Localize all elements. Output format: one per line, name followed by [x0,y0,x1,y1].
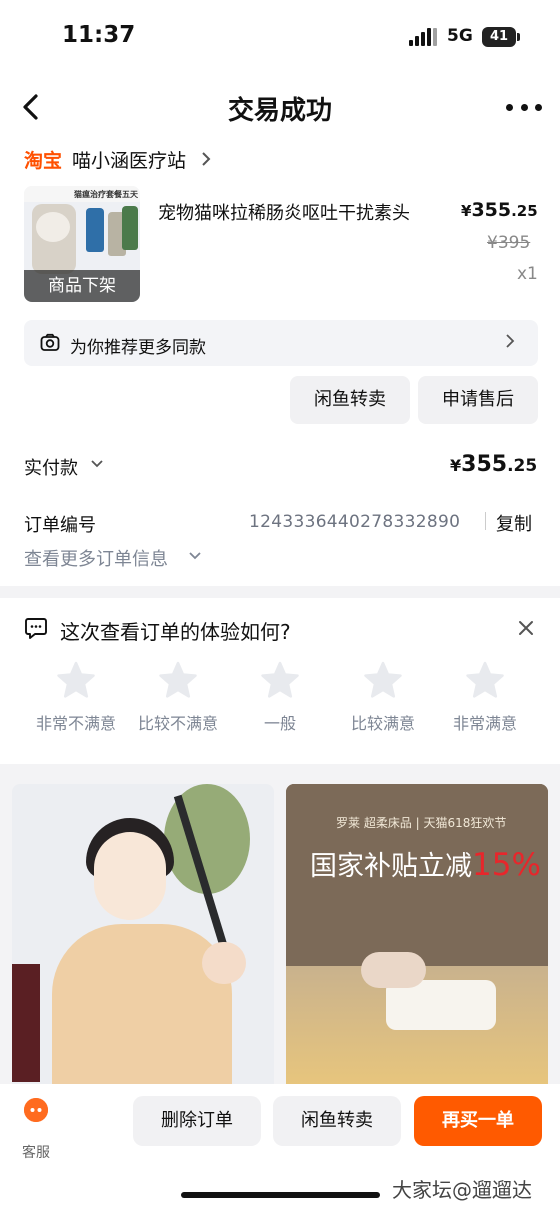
order-number: 1243336440278332890 [249,512,461,532]
feed-item-ad[interactable]: 罗莱 超柔床品 | 天猫618狂欢节 国家补贴立减15% [286,784,548,1084]
cat-face [36,212,70,242]
price-decimal: .25 [511,202,538,220]
person-image [52,924,232,1084]
star-icon [364,661,402,698]
watermark: 大家坛@遛遛达 [392,1178,532,1202]
xianyu-resell-button[interactable]: 闲鱼转卖 [290,376,410,424]
chevron-right-icon[interactable] [200,150,212,173]
recommend-label: 为你推荐更多同款 [70,338,206,358]
star-icon [159,661,197,698]
xianyu-resell-bottom-button[interactable]: 闲鱼转卖 [273,1096,401,1146]
ad-headline: 国家补贴立减15% [310,844,541,883]
star-icon [57,661,95,698]
currency-symbol: ¥ [461,202,472,220]
service-label: 客服 [22,1145,50,1161]
divider [485,512,486,530]
status-time: 11:37 [62,22,136,48]
feed-item-photo[interactable] [12,784,274,1084]
ad-headline-text: 国家补贴立减 [310,851,472,882]
network-label: 5G [447,26,473,46]
camera-icon [40,333,60,353]
rating-label: 比较满意 [350,714,415,733]
paid-integer: 355 [461,452,508,477]
shop-name[interactable]: 喵小涵医疗站 [72,146,186,173]
price-integer: 355 [471,199,512,221]
chat-bubble-icon [24,616,48,640]
original-price: ¥395 [487,233,531,253]
paid-amount: ¥355.25 [450,452,537,477]
order-number-label: 订单编号 [24,515,96,536]
close-icon[interactable] [516,618,536,638]
more-order-info-link[interactable]: 查看更多订单信息 [24,545,168,571]
star-icon [261,661,299,698]
product-name[interactable]: 宠物猫咪拉稀肠炎呕吐干扰素头 [158,199,410,225]
thumb-title: 猫瘟治疗套餐五天 [74,190,138,199]
product-price: ¥355.25 [461,199,538,221]
recommendation-feed: 罗莱 超柔床品 | 天猫618狂欢节 国家补贴立减15% [0,764,560,1084]
copy-button[interactable]: 复制 [496,510,532,536]
chevron-down-icon[interactable] [188,548,202,562]
signal-icon [409,28,439,46]
more-options-button[interactable] [506,104,542,112]
rating-very-satisfied[interactable]: 非常满意 [433,660,537,734]
ad-percent: 15% [472,847,541,883]
vial-image [122,206,138,250]
back-button[interactable] [18,90,48,124]
rating-label: 比较不满意 [137,714,218,733]
back-arrow-icon [23,94,38,120]
rating-neutral[interactable]: 一般 [228,660,332,734]
recommend-similar-bar[interactable]: 为你推荐更多同款 [24,320,538,366]
survey-card: 这次查看订单的体验如何? 非常不满意 比较不满意 一般 比较满意 非常满意 [0,598,560,764]
hand-image [202,942,246,984]
star-icon [466,661,504,698]
battery-icon: 41 [482,27,516,47]
quantity: x1 [517,264,538,284]
home-indicator[interactable] [181,1192,380,1198]
service-icon [24,1098,48,1122]
chevron-right-icon [504,332,516,355]
rating-unsatisfied[interactable]: 比较不满意 [126,660,230,734]
rating-very-unsatisfied[interactable]: 非常不满意 [24,660,128,734]
decor-image [12,964,40,1082]
delisted-overlay: 商品下架 [24,270,140,302]
chevron-down-icon[interactable] [90,456,104,470]
ad-brand: 罗莱 超柔床品 | 天猫618狂欢节 [336,816,507,830]
vial-image [86,208,104,252]
product-thumbnail[interactable]: 猫瘟治疗套餐五天 商品下架 [24,186,140,302]
rating-label: 非常不满意 [35,714,116,733]
customer-service-button[interactable]: 客服 [18,1098,54,1161]
rating-satisfied[interactable]: 比较满意 [331,660,435,734]
hand-image [361,952,426,988]
rating-label: 一般 [263,714,296,733]
buy-again-button[interactable]: 再买一单 [414,1096,542,1146]
battery-tip [517,33,520,41]
page-title: 交易成功 [227,96,332,126]
paid-decimal: .25 [507,456,538,476]
paid-label[interactable]: 实付款 [24,454,78,480]
rating-label: 非常满意 [452,714,517,733]
currency-symbol: ¥ [450,456,462,475]
after-sale-button[interactable]: 申请售后 [418,376,538,424]
face-image [94,832,166,920]
delete-order-button[interactable]: 删除订单 [133,1096,261,1146]
survey-question: 这次查看订单的体验如何? [60,620,291,644]
taobao-logo: 淘宝 [24,150,63,172]
bottom-action-bar: 客服 删除订单 闲鱼转卖 再买一单 大家坛@遛遛达 [0,1084,560,1212]
